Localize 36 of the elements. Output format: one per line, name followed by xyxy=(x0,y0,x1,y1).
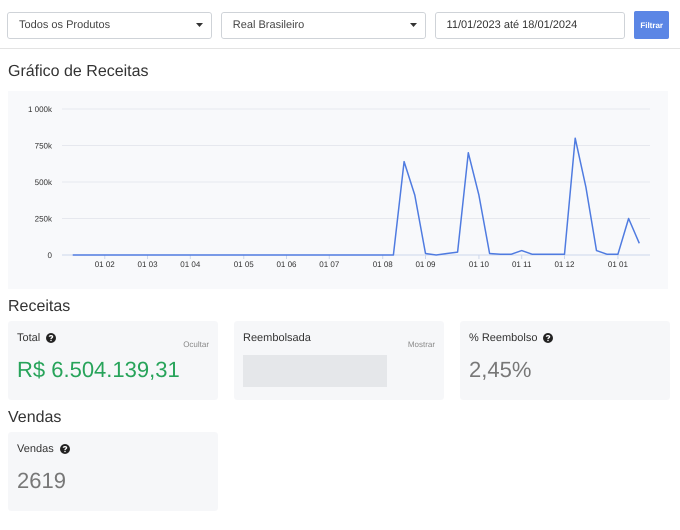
x-axis-label: 01 12 xyxy=(554,260,574,269)
y-axis-label: 1 000k xyxy=(28,105,52,114)
help-icon[interactable] xyxy=(46,333,56,343)
x-axis-label: 01 06 xyxy=(276,260,297,269)
caret-icon xyxy=(196,23,203,27)
y-axis-label: 250k xyxy=(34,214,52,224)
card-value: 2619 xyxy=(17,468,67,494)
card-value: R$ 6.504.139,31 xyxy=(17,357,181,383)
card-label: % Reembolso xyxy=(469,332,538,344)
x-axis-label: 01 04 xyxy=(180,260,200,269)
x-axis-label: 01 03 xyxy=(138,260,158,269)
section-title: Receitas xyxy=(8,298,72,316)
x-axis-label: 01 08 xyxy=(372,260,393,269)
help-icon[interactable] xyxy=(60,444,70,454)
card-label: Reembolsada xyxy=(243,332,311,344)
date-range-field[interactable]: 11/01/2023 até 18/01/2024 xyxy=(434,12,626,38)
currency-select[interactable]: Real Brasileiro xyxy=(220,12,426,38)
card-label: Vendas xyxy=(17,443,54,455)
filter-button[interactable]: Filtrar xyxy=(634,11,669,39)
card-value: 2,45% xyxy=(469,357,532,383)
x-axis-label: 01 11 xyxy=(512,260,532,269)
card-label: Total xyxy=(17,332,40,344)
x-axis-label: 01 09 xyxy=(415,260,436,269)
help-icon[interactable] xyxy=(543,333,554,343)
x-axis-label: 01 05 xyxy=(234,260,254,269)
x-axis-label: 01 07 xyxy=(319,260,340,269)
product-select[interactable]: Todos os Produtos xyxy=(7,12,212,38)
section-title: Vendas xyxy=(8,409,62,427)
x-axis-label: 01 02 xyxy=(94,260,115,269)
y-axis-label: 0 xyxy=(48,251,52,260)
y-axis-label: 500k xyxy=(34,178,52,187)
x-axis-label: 01 01 xyxy=(608,260,628,269)
x-axis-label: 01 10 xyxy=(468,260,489,269)
caret-icon xyxy=(410,23,417,27)
section-title: Gráfico de Receitas xyxy=(8,63,150,81)
y-axis-label: 750k xyxy=(34,142,52,150)
